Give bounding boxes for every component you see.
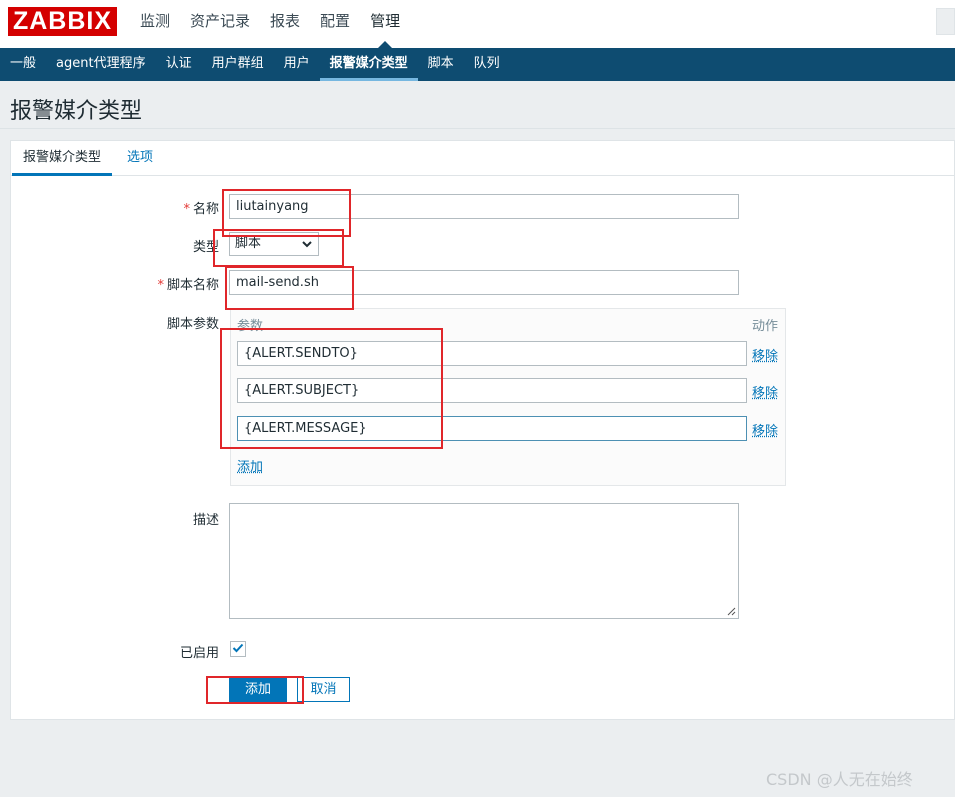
script-name-label: * 脚本名称 <box>157 278 219 293</box>
main-nav-administration[interactable]: 管理 <box>360 0 410 48</box>
top-bar: ZABBIX 监测 资产记录 报表 配置 管理 <box>0 0 955 48</box>
add-button[interactable]: 添加 <box>229 677 287 702</box>
tab-options[interactable]: 选项 <box>116 141 164 176</box>
param-input-2[interactable]: {ALERT.SUBJECT} <box>237 378 747 403</box>
tab-media-type[interactable]: 报警媒介类型 <box>12 141 113 176</box>
main-nav-inventory[interactable]: 资产记录 <box>180 0 260 48</box>
sub-nav-scripts[interactable]: 脚本 <box>418 48 464 81</box>
watermark-text: CSDN @人无在始终 <box>766 770 913 789</box>
tab-bar: 报警媒介类型 选项 <box>11 141 955 176</box>
chevron-down-icon <box>301 236 313 258</box>
type-select-value: 脚本 <box>235 236 262 251</box>
param-input-3[interactable]: {ALERT.MESSAGE} <box>237 416 747 441</box>
params-column-header: 参数 <box>237 319 264 334</box>
main-nav-monitoring[interactable]: 监测 <box>130 0 180 48</box>
param-input-1[interactable]: {ALERT.SENDTO} <box>237 341 747 366</box>
main-nav-reports[interactable]: 报表 <box>260 0 310 48</box>
search-box-edge[interactable] <box>936 8 955 35</box>
required-mark: * <box>183 202 190 217</box>
required-mark: * <box>157 278 164 293</box>
header-divider <box>0 128 955 129</box>
resize-handle-icon[interactable] <box>727 607 736 616</box>
script-params-label: 脚本参数 <box>166 317 219 332</box>
enabled-label: 已启用 <box>179 646 219 661</box>
name-label: * 名称 <box>183 202 219 217</box>
sub-nav-queue[interactable]: 队列 <box>464 48 510 81</box>
action-column-header: 动作 <box>752 319 779 334</box>
add-param-link[interactable]: 添加 <box>237 456 263 475</box>
remove-param-3-link[interactable]: 移除 <box>752 420 778 439</box>
sub-nav-user-groups[interactable]: 用户群组 <box>202 48 274 81</box>
main-nav-configuration[interactable]: 配置 <box>310 0 360 48</box>
type-select[interactable]: 脚本 <box>229 232 319 256</box>
sub-nav-authentication[interactable]: 认证 <box>156 48 202 81</box>
sub-nav-proxies[interactable]: agent代理程序 <box>46 48 156 81</box>
enabled-checkbox[interactable] <box>230 641 246 657</box>
sub-nav: 一般 agent代理程序 认证 用户群组 用户 报警媒介类型 脚本 队列 <box>0 48 955 81</box>
description-label: 描述 <box>192 513 219 528</box>
form-panel: 报警媒介类型 选项 * 名称 liutainyang 类型 脚本 * 脚本名称 ma… <box>10 140 955 720</box>
sub-nav-general[interactable]: 一般 <box>0 48 46 81</box>
remove-param-1-link[interactable]: 移除 <box>752 345 778 364</box>
checkmark-icon <box>232 643 244 653</box>
remove-param-2-link[interactable]: 移除 <box>752 382 778 401</box>
sub-nav-media-types[interactable]: 报警媒介类型 <box>319 48 418 81</box>
page-title: 报警媒介类型 <box>10 99 143 124</box>
description-textarea[interactable] <box>229 503 739 619</box>
sub-nav-users[interactable]: 用户 <box>274 48 320 81</box>
zabbix-logo[interactable]: ZABBIX <box>8 7 117 36</box>
script-name-input[interactable]: mail-send.sh <box>229 270 739 295</box>
name-input[interactable]: liutainyang <box>229 194 739 219</box>
cancel-button[interactable]: 取消 <box>297 677 350 702</box>
main-nav: 监测 资产记录 报表 配置 管理 <box>130 0 410 48</box>
type-label: 类型 <box>192 240 219 255</box>
